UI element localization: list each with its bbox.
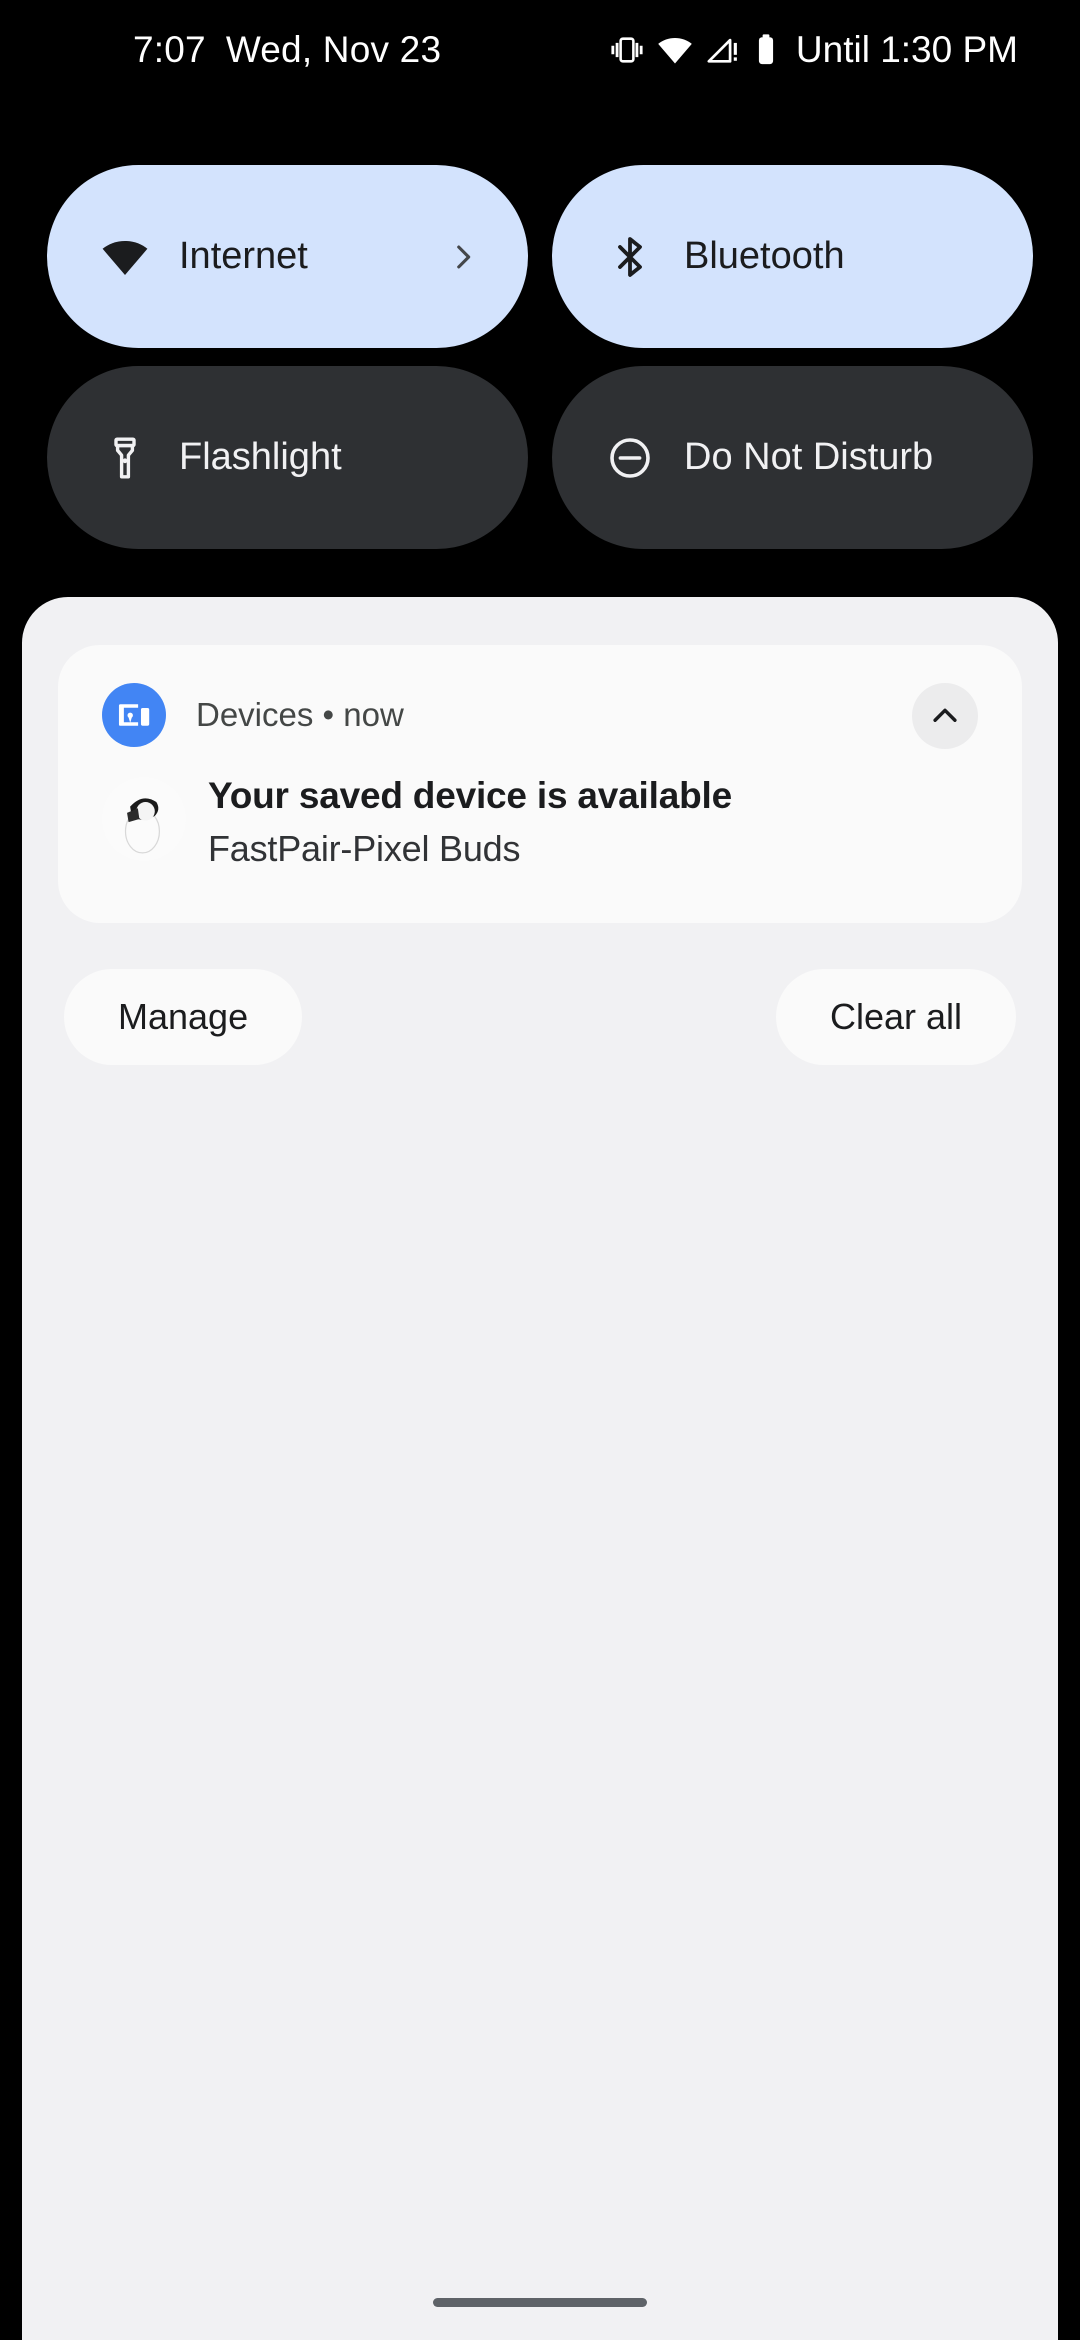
- status-date: Wed, Nov 23: [225, 29, 442, 70]
- manage-button[interactable]: Manage: [64, 969, 303, 1065]
- shade-footer: Manage Clear all: [64, 969, 1016, 1065]
- quick-settings-row-1: Internet Bluetooth: [0, 165, 1080, 348]
- status-bar-right: Until 1:30 PM: [610, 0, 1018, 100]
- qs-tile-internet[interactable]: Internet: [47, 165, 528, 348]
- pixel-buds-earbud-image: [102, 777, 186, 861]
- notification-subtitle: FastPair-Pixel Buds: [208, 827, 521, 869]
- battery-icon: [753, 33, 779, 67]
- notification-text-block: Your saved device is available FastPair-…: [208, 773, 732, 869]
- notification-title: Your saved device is available: [208, 775, 732, 816]
- chevron-right-icon[interactable]: [446, 240, 480, 274]
- notification-shade: Devices • now Your saved device is avail…: [22, 597, 1058, 2340]
- dnd-icon: [604, 432, 656, 484]
- qs-tile-label: Flashlight: [179, 436, 342, 478]
- quick-settings-panel: Internet Bluetooth Flashlight Do Not Dis…: [0, 165, 1080, 567]
- bluetooth-icon: [604, 231, 656, 283]
- qs-tile-flashlight[interactable]: Flashlight: [47, 366, 528, 549]
- devices-cast-icon: [102, 683, 166, 747]
- gesture-navigation-bar[interactable]: [433, 2298, 647, 2307]
- qs-tile-do-not-disturb[interactable]: Do Not Disturb: [552, 366, 1033, 549]
- notification-body: Your saved device is available FastPair-…: [102, 773, 982, 869]
- wifi-icon: [99, 231, 151, 283]
- quick-settings-row-2: Flashlight Do Not Disturb: [0, 366, 1080, 549]
- notification-card[interactable]: Devices • now Your saved device is avail…: [58, 645, 1022, 923]
- qs-tile-label: Do Not Disturb: [684, 436, 934, 478]
- vibrate-icon: [610, 33, 644, 67]
- status-bar-left: 7:07 Wed, Nov 23: [133, 0, 441, 100]
- status-bar: 7:07 Wed, Nov 23 Until 1:30 PM: [0, 0, 1080, 100]
- qs-tile-label: Internet: [179, 235, 308, 277]
- qs-tile-label: Bluetooth: [684, 235, 845, 277]
- status-until-label: Until 1:30 PM: [795, 29, 1018, 70]
- phone-screen: 7:07 Wed, Nov 23 Until 1:30 PM Internet …: [0, 0, 1080, 2340]
- notification-header: Devices • now: [102, 681, 992, 749]
- signal-warning-icon: [706, 33, 740, 67]
- wifi-icon: [657, 32, 693, 68]
- qs-tile-bluetooth[interactable]: Bluetooth: [552, 165, 1033, 348]
- chevron-up-icon[interactable]: [912, 683, 978, 749]
- clear-all-button[interactable]: Clear all: [775, 969, 1016, 1065]
- notification-app-meta: Devices • now: [196, 696, 404, 733]
- status-clock: 7:07: [133, 29, 206, 70]
- flashlight-icon: [99, 432, 151, 484]
